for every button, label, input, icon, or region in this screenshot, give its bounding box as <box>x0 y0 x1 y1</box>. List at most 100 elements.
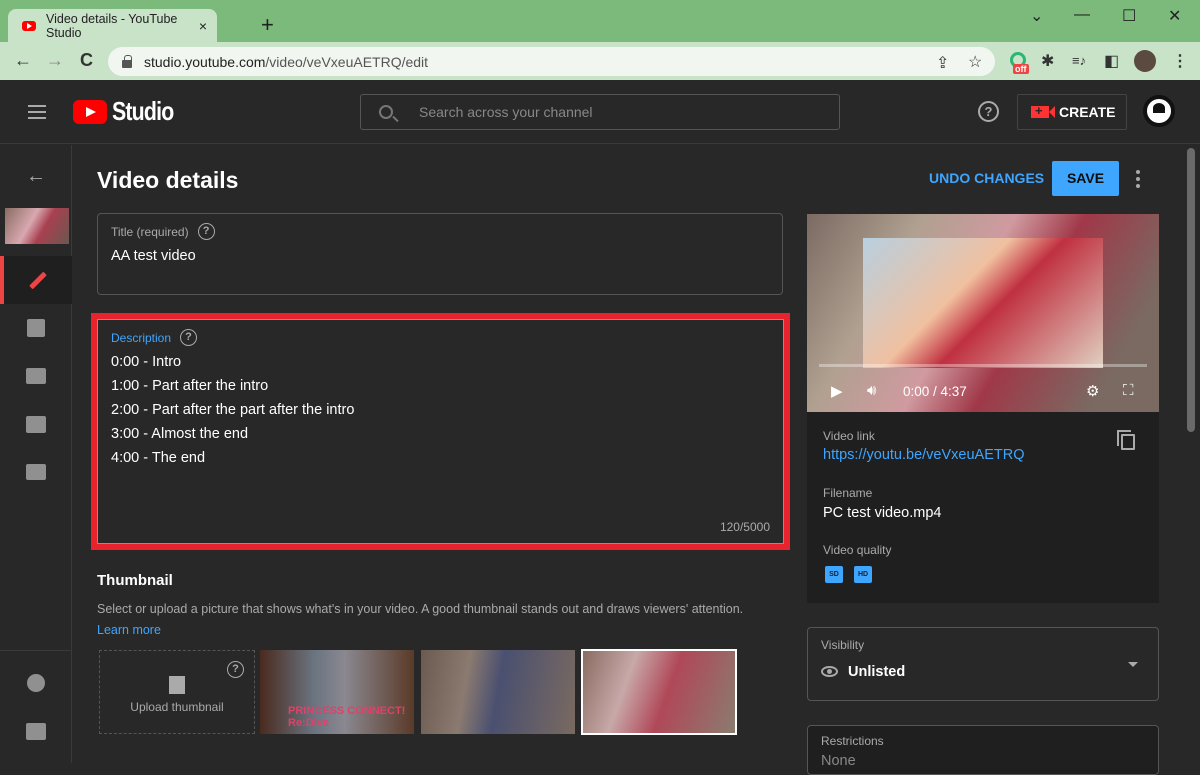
add-photo-icon <box>169 676 185 694</box>
filename-value: PC test video.mp4 <box>823 505 942 521</box>
hamburger-menu-icon[interactable] <box>28 105 46 119</box>
dropdown-caret-icon <box>1128 662 1138 667</box>
back-arrow-icon[interactable]: ← <box>26 165 46 188</box>
studio-brand[interactable]: Studio <box>112 96 174 127</box>
restrictions-field[interactable]: Restrictions None <box>807 725 1159 775</box>
analytics-icon <box>27 319 45 337</box>
browser-tabstrip: Video details - YouTube Studio × + ⌄ — ☐… <box>0 0 1200 42</box>
profile-avatar[interactable] <box>1134 50 1156 72</box>
gear-icon <box>27 674 45 692</box>
page-title: Video details <box>97 167 239 193</box>
account-avatar[interactable] <box>1143 95 1175 127</box>
restrictions-value: None <box>821 753 856 769</box>
character-count: 120/5000 <box>719 520 770 534</box>
search-placeholder: Search across your channel <box>419 104 593 120</box>
volume-icon[interactable]: 🔊︎ <box>867 382 876 399</box>
video-quality-label: Video quality <box>823 543 892 557</box>
create-button[interactable]: + CREATE <box>1017 94 1127 130</box>
title-field[interactable]: Title (required)? AA test video <box>97 213 783 295</box>
side-panel-icon[interactable]: ◧ <box>1104 51 1119 71</box>
video-link[interactable]: https://youtu.be/veVxeuAETRQ <box>823 447 1025 463</box>
help-icon[interactable]: ? <box>180 329 198 346</box>
sidebar-item-feedback[interactable] <box>0 707 72 755</box>
chrome-menu-icon[interactable]: ⋮ <box>1172 51 1188 71</box>
search-input[interactable]: Search across your channel <box>360 94 840 130</box>
url-text: studio.youtube.com/video/veVxeuAETRQ/edi… <box>144 53 429 70</box>
description-line: 4:00 - The end <box>111 450 206 466</box>
video-link-label: Video link <box>823 429 875 443</box>
media-control-icon[interactable]: ≡♪ <box>1072 53 1086 68</box>
progress-bar[interactable] <box>819 364 1147 367</box>
restrictions-label: Restrictions <box>821 734 884 748</box>
address-bar[interactable]: studio.youtube.com/video/veVxeuAETRQ/edi… <box>108 47 995 76</box>
settings-gear-icon[interactable]: ⚙ <box>1086 382 1099 400</box>
help-icon[interactable]: ? <box>978 101 999 122</box>
create-label: CREATE <box>1059 104 1116 120</box>
feedback-icon <box>26 722 46 740</box>
sidebar-item-subtitles[interactable] <box>0 448 72 496</box>
save-button[interactable]: SAVE <box>1052 161 1119 196</box>
tab-search-icon[interactable]: ⌄ <box>1030 6 1043 26</box>
scrollbar[interactable] <box>1187 148 1195 432</box>
video-camera-plus-icon: + <box>1031 104 1055 118</box>
undo-changes-button[interactable]: UNDO CHANGES <box>929 170 1044 186</box>
description-field[interactable]: Description? 0:00 - Intro 1:00 - Part af… <box>97 319 784 544</box>
new-tab-button[interactable]: + <box>261 12 274 38</box>
youtube-favicon-icon <box>22 20 36 31</box>
sidebar-item-comments[interactable] <box>0 400 72 448</box>
more-options-icon[interactable] <box>1136 170 1140 191</box>
description-line: 1:00 - Part after the intro <box>111 378 269 394</box>
browser-tab[interactable]: Video details - YouTube Studio × <box>8 9 217 42</box>
hd-quality-badge: HD <box>854 566 872 583</box>
thumbnail-description: Select or upload a picture that shows wh… <box>97 602 744 616</box>
visibility-value: Unlisted <box>848 664 906 680</box>
sidebar-item-editor[interactable] <box>0 352 72 400</box>
thumbnail-logo-text: PRINCESS CONNECT! Re:Dive <box>288 705 406 729</box>
fullscreen-icon[interactable]: ⛶ <box>1123 382 1134 399</box>
title-label: Title (required) <box>111 224 189 239</box>
sidebar-item-analytics[interactable] <box>0 304 72 352</box>
pencil-icon <box>29 271 47 289</box>
search-icon <box>379 105 393 119</box>
video-thumbnail-mini[interactable] <box>5 208 69 244</box>
youtube-logo-icon[interactable] <box>73 100 107 124</box>
browser-toolbar: ← → C studio.youtube.com/video/veVxeuAET… <box>0 42 1200 80</box>
clapperboard-icon <box>26 368 46 384</box>
bookmark-star-icon[interactable]: ☆ <box>968 52 982 72</box>
upload-thumbnail-button[interactable]: ? Upload thumbnail <box>99 650 255 734</box>
sidebar-item-details[interactable] <box>0 256 72 304</box>
minimize-button[interactable]: — <box>1074 6 1090 24</box>
eye-icon <box>821 666 838 677</box>
back-button[interactable]: ← <box>14 50 32 71</box>
thumbnail-option-1[interactable]: PRINCESS CONNECT! Re:Dive <box>260 650 414 734</box>
tab-close-icon[interactable]: × <box>199 18 207 34</box>
visibility-dropdown[interactable]: Visibility Unlisted <box>807 627 1159 701</box>
thumbnail-option-2[interactable] <box>421 650 575 734</box>
help-icon[interactable]: ? <box>227 661 244 678</box>
extensions-puzzle-icon[interactable]: ✱ <box>1041 51 1054 71</box>
description-line: 0:00 - Intro <box>111 354 182 370</box>
forward-button[interactable]: → <box>46 50 64 71</box>
thumbnail-heading: Thumbnail <box>97 572 173 589</box>
filename-label: Filename <box>823 486 873 500</box>
extension-off-badge: off <box>1013 64 1029 74</box>
share-icon[interactable]: ⇪ <box>936 53 949 73</box>
sd-quality-badge: SD <box>825 566 843 583</box>
copy-icon[interactable] <box>1117 430 1135 450</box>
thumbnail-option-3-selected[interactable] <box>581 649 737 735</box>
description-line: 3:00 - Almost the end <box>111 426 249 442</box>
play-icon[interactable]: ▶ <box>831 382 843 400</box>
description-label: Description <box>111 330 172 345</box>
maximize-button[interactable]: ☐ <box>1122 6 1136 26</box>
help-icon[interactable]: ? <box>197 223 215 240</box>
studio-header: Studio Search across your channel ? + CR… <box>0 80 1200 144</box>
sidebar: ← <box>0 145 72 763</box>
reload-button[interactable]: C <box>80 50 93 71</box>
learn-more-link[interactable]: Learn more <box>97 623 161 637</box>
video-time: 0:00 / 4:37 <box>903 384 967 399</box>
sidebar-item-settings[interactable] <box>0 659 72 707</box>
upload-thumbnail-label: Upload thumbnail <box>130 700 224 714</box>
close-window-button[interactable]: ✕ <box>1168 6 1181 26</box>
video-frame <box>863 238 1103 368</box>
video-player[interactable]: ▶ 🔊︎ 0:00 / 4:37 ⚙ ⛶ <box>807 214 1159 412</box>
